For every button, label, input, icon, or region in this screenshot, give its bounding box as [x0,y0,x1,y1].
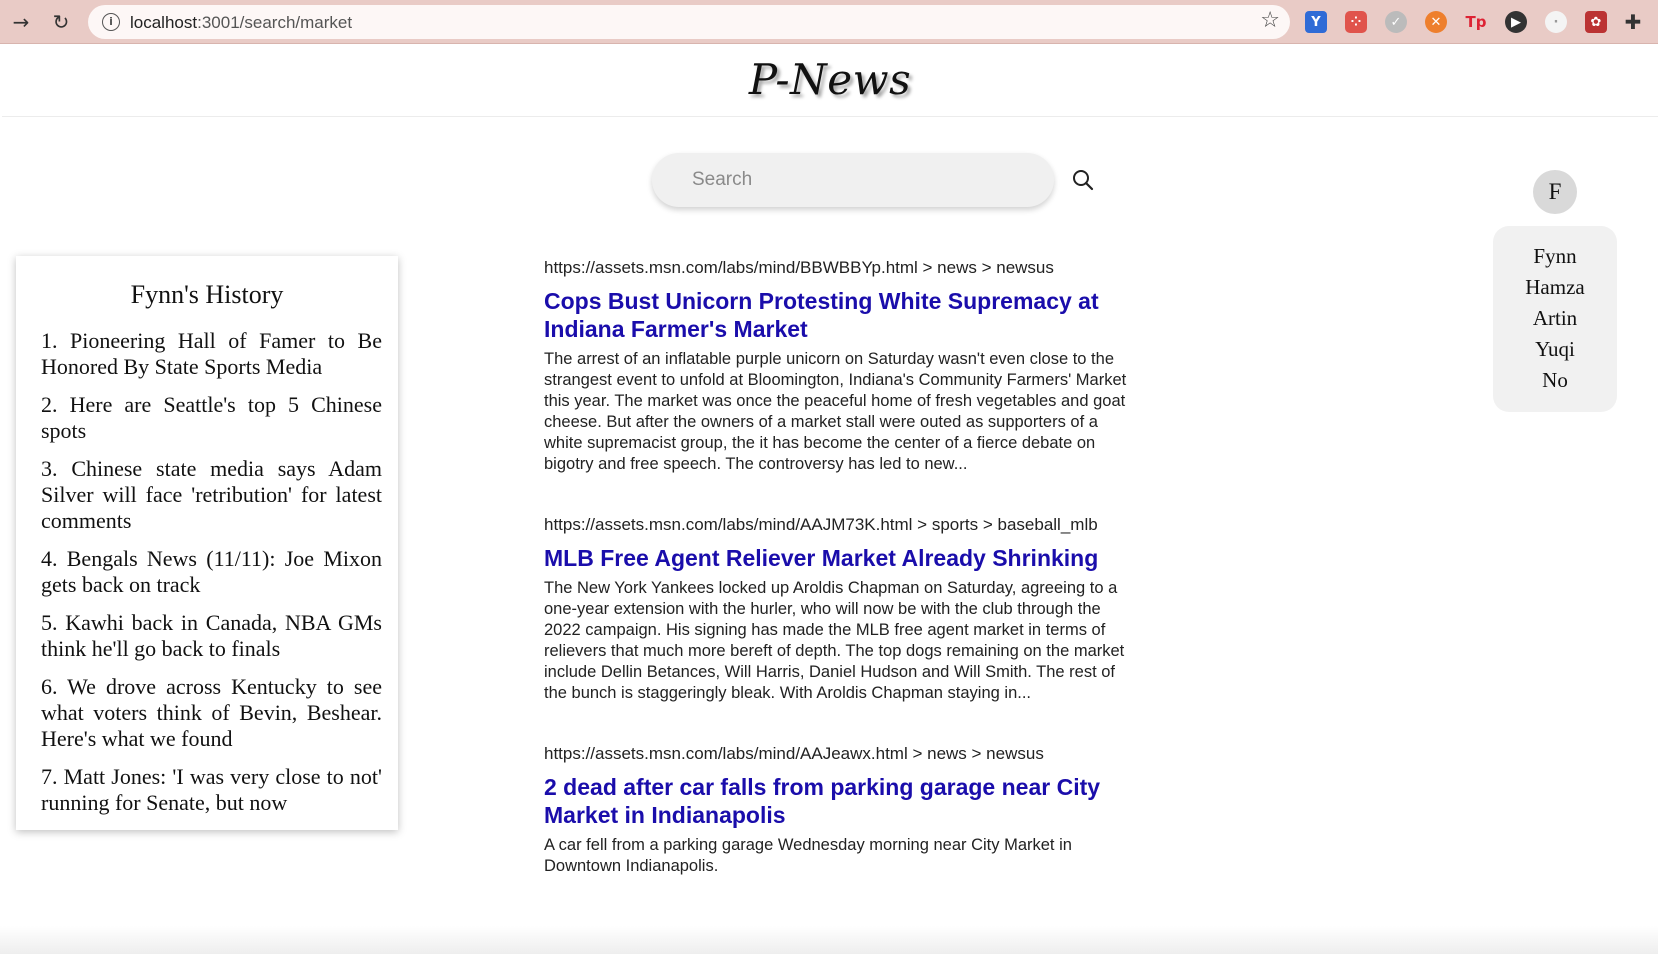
history-list: 1. Pioneering Hall of Famer to Be Honore… [16,328,398,816]
history-item[interactable]: 4. Bengals News (11/11): Joe Mixon gets … [41,546,382,598]
reload-icon[interactable]: ↻ [47,8,75,36]
pocket-icon[interactable]: ✓ [1385,11,1407,33]
search-icon [1073,169,1094,190]
site-info-icon[interactable]: i [102,13,120,31]
history-item[interactable]: 7. Matt Jones: 'I was very close to not'… [41,764,382,816]
bookmark-star-icon[interactable]: ☆ [1260,8,1280,33]
history-item[interactable]: 2. Here are Seattle's top 5 Chinese spot… [41,392,382,444]
user-option-no[interactable]: No [1493,365,1617,396]
extension-orange-icon[interactable]: ✕ [1425,11,1447,33]
result-url: https://assets.msn.com/labs/mind/AAJeawx… [544,744,1044,763]
result-snippet: A car fell from a parking garage Wednesd… [544,836,1072,875]
result-snippet: The New York Yankees locked up Aroldis C… [544,579,1125,702]
user-avatar[interactable]: F [1533,170,1577,214]
url-text[interactable]: localhost:3001/search/market [130,13,352,33]
result-url: https://assets.msn.com/labs/mind/AAJM73K… [544,515,1098,534]
app-header: P-News [2,45,1658,117]
user-option-artin[interactable]: Artin [1493,303,1617,334]
search-button[interactable] [1068,166,1098,196]
address-bar[interactable]: i localhost:3001/search/market ☆ [88,5,1290,39]
extension-funnel-icon[interactable]: Y [1305,11,1327,33]
page-bottom-fade [0,926,1658,954]
extension-tp-icon[interactable]: Tp [1465,11,1487,33]
user-menu: Fynn Hamza Artin Yuqi No [1493,226,1617,412]
result-title-link[interactable]: 2 dead after car falls from parking gara… [544,773,1134,829]
history-panel: Fynn's History 1. Pioneering Hall of Fam… [16,256,398,830]
search-results: https://assets.msn.com/labs/mind/BBWBBYp… [544,256,1134,915]
extensions-puzzle-icon[interactable]: ✚ [1622,10,1644,34]
extension-play-icon[interactable]: ▶ [1505,11,1527,33]
result-url: https://assets.msn.com/labs/mind/BBWBBYp… [544,258,1054,277]
result-title-link[interactable]: MLB Free Agent Reliever Market Already S… [544,544,1134,572]
search-input[interactable] [652,153,1054,207]
forward-icon[interactable]: → [7,8,35,36]
result-item: https://assets.msn.com/labs/mind/BBWBBYp… [544,256,1134,475]
extension-dice-icon[interactable]: ⁘ [1345,11,1367,33]
result-snippet: The arrest of an inflatable purple unico… [544,350,1127,473]
result-item: https://assets.msn.com/labs/mind/AAJeawx… [544,742,1134,877]
extension-red-icon[interactable]: ✿ [1585,11,1607,33]
history-item[interactable]: 3. Chinese state media says Adam Silver … [41,456,382,534]
user-option-fynn[interactable]: Fynn [1493,241,1617,272]
history-item[interactable]: 1. Pioneering Hall of Famer to Be Honore… [41,328,382,380]
result-item: https://assets.msn.com/labs/mind/AAJM73K… [544,513,1134,704]
extension-dots-icon[interactable]: · [1545,11,1567,33]
result-title-link[interactable]: Cops Bust Unicorn Protesting White Supre… [544,287,1134,343]
user-option-hamza[interactable]: Hamza [1493,272,1617,303]
browser-toolbar: → ↻ i localhost:3001/search/market ☆ Y ⁘… [0,0,1658,44]
history-item[interactable]: 5. Kawhi back in Canada, NBA GMs think h… [41,610,382,662]
app-logo[interactable]: P-News [2,55,1658,104]
user-option-yuqi[interactable]: Yuqi [1493,334,1617,365]
history-item[interactable]: 6. We drove across Kentucky to see what … [41,674,382,752]
history-title: Fynn's History [130,280,284,309]
